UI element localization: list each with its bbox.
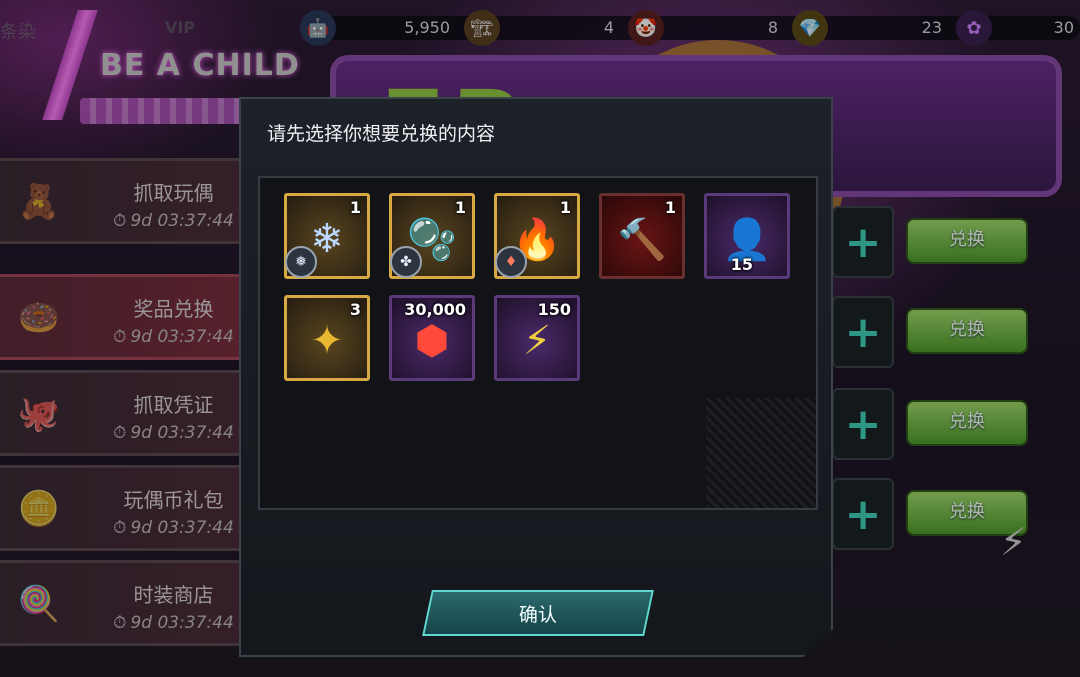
dialog-title: 请先选择你想要兑换的内容 bbox=[267, 123, 496, 145]
item-quantity: 15 bbox=[730, 255, 753, 274]
item-quantity: 150 bbox=[537, 300, 571, 319]
item-quantity: 30,000 bbox=[404, 300, 466, 319]
item-quantity: 3 bbox=[349, 300, 361, 319]
item-quantity: 1 bbox=[349, 198, 361, 217]
item-fire-crystal[interactable]: 🔥 1 ♦ bbox=[494, 193, 580, 279]
item-character-card[interactable]: 👤 15 bbox=[704, 193, 790, 279]
snowflake-badge-icon: ❅ bbox=[285, 246, 317, 278]
element-badge-icon: ✤ bbox=[390, 246, 422, 278]
fire-badge-icon: ♦ bbox=[495, 246, 527, 278]
item-gold-shard[interactable]: ✦ 3 bbox=[284, 295, 370, 381]
confirm-button[interactable]: 确认 bbox=[422, 590, 654, 636]
item-quantity: 1 bbox=[559, 198, 571, 217]
item-quantity: 1 bbox=[664, 198, 676, 217]
item-war-hammer[interactable]: 🔨 1 bbox=[599, 193, 685, 279]
item-energy-coin[interactable]: ⚡ 150 bbox=[494, 295, 580, 381]
select-exchange-dialog: 请先选择你想要兑换的内容 ❄ 1 ❅ 🫧 1 ✤ 🔥 1 ♦ 🔨 1 👤 15 … bbox=[239, 97, 833, 657]
item-quantity: 1 bbox=[454, 198, 466, 217]
item-water-orbs[interactable]: 🫧 1 ✤ bbox=[389, 193, 475, 279]
item-red-emblem[interactable]: ⬢ 30,000 bbox=[389, 295, 475, 381]
item-grid: ❄ 1 ❅ 🫧 1 ✤ 🔥 1 ♦ 🔨 1 👤 15 ✦ 3 ⬢ 30,000 … bbox=[258, 176, 818, 510]
item-ice-crystal[interactable]: ❄ 1 ❅ bbox=[284, 193, 370, 279]
confirm-label: 确认 bbox=[518, 603, 557, 626]
